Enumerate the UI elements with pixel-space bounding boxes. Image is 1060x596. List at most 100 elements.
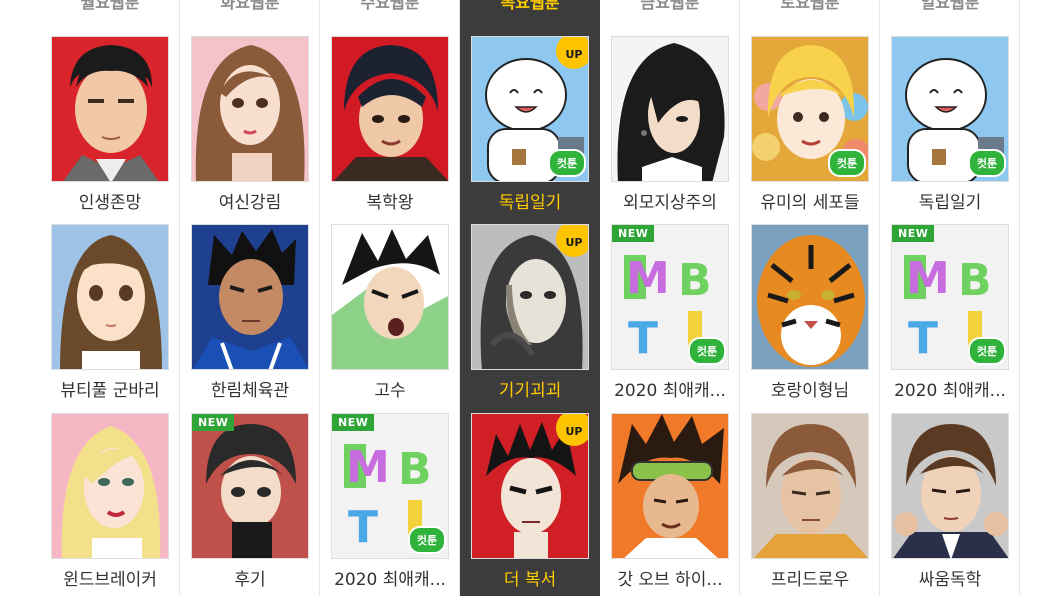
webtoon-card[interactable]: NEW 후기 bbox=[191, 413, 309, 590]
webtoon-title[interactable]: 프리드로우 bbox=[740, 565, 880, 590]
svg-text:M: M bbox=[906, 253, 950, 304]
webtoon-card[interactable]: UP 더 복서 bbox=[471, 413, 589, 590]
webtoon-title[interactable]: 2020 최애캐... bbox=[600, 376, 740, 401]
webtoon-thumbnail[interactable]: M B T NEW 컷툰 bbox=[891, 224, 1009, 370]
webtoon-card[interactable]: UP 기기괴괴 bbox=[471, 224, 589, 401]
day-header-wednesday[interactable]: 수요웹툰 bbox=[320, 0, 460, 13]
webtoon-card[interactable]: 컷툰 유미의 세포들 bbox=[751, 36, 869, 213]
webtoon-card[interactable]: 컷툰 독립일기 bbox=[891, 36, 1009, 213]
webtoon-title[interactable]: 한림체육관 bbox=[180, 376, 320, 401]
webtoon-title[interactable]: 싸움독학 bbox=[880, 565, 1020, 590]
svg-text:T: T bbox=[628, 313, 658, 364]
webtoon-thumbnail[interactable] bbox=[751, 224, 869, 370]
webtoon-thumbnail[interactable] bbox=[331, 36, 449, 182]
webtoon-title[interactable]: 기기괴괴 bbox=[460, 376, 600, 401]
webtoon-card[interactable]: 호랑이형님 bbox=[751, 224, 869, 401]
webtoon-weekday-grid: 월요웹툰 인생존망 뷰티풀 군바리 윈드브레이커 화요웹툰 여신강림 한림체육관… bbox=[40, 0, 1020, 596]
svg-text:B: B bbox=[958, 255, 992, 306]
new-badge: NEW bbox=[192, 414, 235, 431]
webtoon-title[interactable]: 유미의 세포들 bbox=[740, 188, 880, 213]
webtoon-card[interactable]: 뷰티풀 군바리 bbox=[51, 224, 169, 401]
webtoon-card[interactable]: 외모지상주의 bbox=[611, 36, 729, 213]
webtoon-title[interactable]: 윈드브레이커 bbox=[40, 565, 180, 590]
webtoon-thumbnail[interactable] bbox=[611, 36, 729, 182]
update-badge: UP bbox=[556, 37, 588, 69]
webtoon-card[interactable]: 윈드브레이커 bbox=[51, 413, 169, 590]
cuttoon-badge: 컷툰 bbox=[968, 149, 1006, 177]
webtoon-thumbnail[interactable] bbox=[51, 36, 169, 182]
column-tuesday: 화요웹툰 여신강림 한림체육관 NEW 후기 bbox=[180, 0, 320, 596]
webtoon-card[interactable]: 여신강림 bbox=[191, 36, 309, 213]
svg-text:M: M bbox=[626, 253, 670, 304]
svg-text:B: B bbox=[678, 255, 712, 306]
webtoon-title[interactable]: 독립일기 bbox=[880, 188, 1020, 213]
webtoon-thumbnail[interactable]: NEW bbox=[191, 413, 309, 559]
webtoon-thumbnail[interactable] bbox=[891, 413, 1009, 559]
webtoon-card[interactable]: M B T NEW 컷툰 2020 최애캐... bbox=[891, 224, 1009, 401]
webtoon-title[interactable]: 더 복서 bbox=[460, 565, 600, 590]
new-badge: NEW bbox=[892, 225, 935, 242]
cuttoon-badge: 컷툰 bbox=[548, 149, 586, 177]
column-sunday: 일요웹툰 컷툰 독립일기 M B T NEW 컷툰 2020 최애캐... 싸움… bbox=[880, 0, 1020, 596]
webtoon-card[interactable]: M B T NEW 컷툰 2020 최애캐... bbox=[331, 413, 449, 590]
webtoon-title[interactable]: 고수 bbox=[320, 376, 460, 401]
webtoon-card[interactable]: 인생존망 bbox=[51, 36, 169, 213]
webtoon-thumbnail[interactable] bbox=[51, 413, 169, 559]
webtoon-title[interactable]: 2020 최애캐... bbox=[320, 565, 460, 590]
svg-text:T: T bbox=[348, 502, 378, 553]
update-badge: UP bbox=[556, 225, 588, 257]
webtoon-thumbnail[interactable]: UP bbox=[471, 224, 589, 370]
webtoon-thumbnail[interactable] bbox=[51, 224, 169, 370]
webtoon-card[interactable]: 한림체육관 bbox=[191, 224, 309, 401]
update-badge: UP bbox=[556, 414, 588, 446]
new-badge: NEW bbox=[612, 225, 655, 242]
webtoon-card[interactable]: 고수 bbox=[331, 224, 449, 401]
webtoon-title[interactable]: 외모지상주의 bbox=[600, 188, 740, 213]
cuttoon-badge: 컷툰 bbox=[688, 337, 726, 365]
webtoon-card[interactable]: 갓 오브 하이... bbox=[611, 413, 729, 590]
webtoon-title[interactable]: 2020 최애캐... bbox=[880, 376, 1020, 401]
webtoon-card[interactable]: 복학왕 bbox=[331, 36, 449, 213]
webtoon-card[interactable]: M B T NEW 컷툰 2020 최애캐... bbox=[611, 224, 729, 401]
webtoon-title[interactable]: 갓 오브 하이... bbox=[600, 565, 740, 590]
day-header-tuesday[interactable]: 화요웹툰 bbox=[180, 0, 320, 13]
webtoon-thumbnail[interactable] bbox=[331, 224, 449, 370]
webtoon-card[interactable]: 싸움독학 bbox=[891, 413, 1009, 590]
webtoon-title[interactable]: 복학왕 bbox=[320, 188, 460, 213]
cuttoon-badge: 컷툰 bbox=[408, 526, 446, 554]
webtoon-thumbnail[interactable]: UP bbox=[471, 413, 589, 559]
webtoon-card[interactable]: UP 컷툰 독립일기 bbox=[471, 36, 589, 213]
svg-text:M: M bbox=[346, 442, 390, 493]
webtoon-title[interactable]: 뷰티풀 군바리 bbox=[40, 376, 180, 401]
day-header-thursday[interactable]: 목요웹툰 bbox=[460, 0, 600, 13]
webtoon-thumbnail[interactable] bbox=[751, 413, 869, 559]
cuttoon-badge: 컷툰 bbox=[968, 337, 1006, 365]
cuttoon-badge: 컷툰 bbox=[828, 149, 866, 177]
webtoon-title[interactable]: 여신강림 bbox=[180, 188, 320, 213]
day-header-saturday[interactable]: 토요웹툰 bbox=[740, 0, 880, 13]
webtoon-thumbnail[interactable]: M B T NEW 컷툰 bbox=[331, 413, 449, 559]
svg-text:B: B bbox=[398, 444, 432, 495]
webtoon-thumbnail[interactable] bbox=[191, 224, 309, 370]
column-saturday: 토요웹툰 컷툰 유미의 세포들 호랑이형님 프리드로우 bbox=[740, 0, 880, 596]
day-header-friday[interactable]: 금요웹툰 bbox=[600, 0, 740, 13]
webtoon-title[interactable]: 후기 bbox=[180, 565, 320, 590]
day-header-monday[interactable]: 월요웹툰 bbox=[40, 0, 180, 13]
column-friday: 금요웹툰 외모지상주의 M B T NEW 컷툰 2020 최애캐... 갓 오… bbox=[600, 0, 740, 596]
column-thursday-selected: 목요웹툰 UP 컷툰 독립일기 UP 기기괴괴 UP 더 복서 bbox=[460, 0, 600, 596]
webtoon-title[interactable]: 인생존망 bbox=[40, 188, 180, 213]
webtoon-thumbnail[interactable]: UP 컷툰 bbox=[471, 36, 589, 182]
webtoon-title[interactable]: 호랑이형님 bbox=[740, 376, 880, 401]
day-header-sunday[interactable]: 일요웹툰 bbox=[880, 0, 1020, 13]
webtoon-thumbnail[interactable]: M B T NEW 컷툰 bbox=[611, 224, 729, 370]
webtoon-thumbnail[interactable]: 컷툰 bbox=[751, 36, 869, 182]
column-wednesday: 수요웹툰 복학왕 고수 M B T NEW 컷툰 2020 최애캐... bbox=[320, 0, 460, 596]
svg-text:T: T bbox=[908, 313, 938, 364]
webtoon-card[interactable]: 프리드로우 bbox=[751, 413, 869, 590]
new-badge: NEW bbox=[332, 414, 375, 431]
webtoon-thumbnail[interactable] bbox=[191, 36, 309, 182]
column-monday: 월요웹툰 인생존망 뷰티풀 군바리 윈드브레이커 bbox=[40, 0, 180, 596]
webtoon-thumbnail[interactable] bbox=[611, 413, 729, 559]
webtoon-title[interactable]: 독립일기 bbox=[460, 188, 600, 213]
webtoon-thumbnail[interactable]: 컷툰 bbox=[891, 36, 1009, 182]
